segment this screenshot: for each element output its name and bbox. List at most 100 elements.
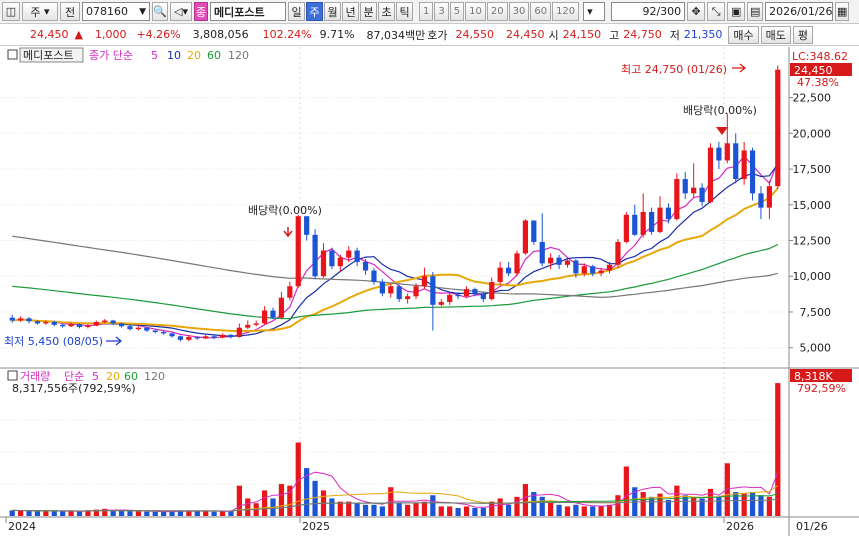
draw-line-icon[interactable]: ⤡ xyxy=(707,2,726,21)
interval-button-60[interactable]: 60 xyxy=(530,2,552,21)
volume-bar xyxy=(556,504,562,516)
lc-label: LC:348.62 xyxy=(792,50,848,63)
custom-interval-input[interactable]: ▾ xyxy=(583,2,606,21)
interval-button-1[interactable]: 1 xyxy=(419,2,434,21)
period-tab-0[interactable]: 일 xyxy=(288,2,305,21)
volume-bar xyxy=(606,504,613,516)
high-label: 고 xyxy=(609,28,620,42)
interval-button-3[interactable]: 3 xyxy=(434,2,449,21)
date-input[interactable]: 2026/01/26 xyxy=(765,2,834,21)
volume-bar xyxy=(590,506,596,516)
open-label: 시 xyxy=(548,28,559,42)
stock-code-value: 078160 xyxy=(86,5,128,18)
volume-bar xyxy=(615,495,621,516)
volume-bar xyxy=(118,510,125,516)
prev-button[interactable]: 전 xyxy=(60,2,80,21)
volume-bar xyxy=(758,495,764,516)
volume-bar xyxy=(152,511,158,516)
panel-title: 메디포스트 xyxy=(23,49,74,62)
volume-bar xyxy=(640,492,646,516)
volume-bar xyxy=(430,495,436,516)
period-tab-1[interactable]: 주 xyxy=(306,2,323,21)
settings-icon[interactable]: ▤ xyxy=(747,2,764,21)
stock-code-input[interactable]: 078160 ▼ xyxy=(82,2,150,21)
interval-button-10[interactable]: 10 xyxy=(465,2,486,21)
candle xyxy=(674,173,680,221)
volume-bar xyxy=(278,484,285,516)
volume-bar xyxy=(564,506,571,516)
volume-bar xyxy=(9,510,15,516)
volume-pct-label: 792,59% xyxy=(797,382,846,395)
volume-bar xyxy=(539,496,545,516)
volume-bar xyxy=(211,511,217,516)
volume-total: 8,317,556주(792,59%) xyxy=(12,382,136,395)
period-tab-2[interactable]: 월 xyxy=(324,2,341,21)
volume-bar xyxy=(312,480,318,516)
candle xyxy=(615,239,621,268)
volume-bar xyxy=(480,508,486,516)
window-menu-icon[interactable]: ◫ xyxy=(2,2,20,21)
volume-bar xyxy=(371,504,377,516)
x-label-2025: 2025 xyxy=(302,520,330,533)
volume-bar xyxy=(144,511,150,516)
candle xyxy=(522,219,529,255)
favorite-icon[interactable]: 종 xyxy=(194,2,208,21)
sell-button[interactable]: 매도 xyxy=(760,25,791,44)
interval-button-30[interactable]: 30 xyxy=(508,2,530,21)
volume-bar xyxy=(741,493,747,516)
bid-price: 24,450 xyxy=(506,28,545,41)
x-label-2026: 2026 xyxy=(726,520,754,533)
volume-bar xyxy=(396,503,402,516)
high-price: 24,750 xyxy=(623,28,662,41)
period-tab-4[interactable]: 분 xyxy=(360,2,377,21)
interval-button-120[interactable]: 120 xyxy=(552,2,580,21)
sound-icon[interactable]: ◁▾ xyxy=(170,2,192,21)
volume-bar xyxy=(775,383,781,516)
open-price: 24,150 xyxy=(562,28,602,41)
price-tick-label: 22,500 xyxy=(793,92,832,105)
price-pct-label: 47.38% xyxy=(797,76,839,89)
chart-tools-icon[interactable]: ✥ xyxy=(687,2,706,21)
volume-bar xyxy=(236,485,242,516)
period-tab-6[interactable]: 틱 xyxy=(396,2,413,21)
price-change: 1,000 xyxy=(94,28,127,41)
mode-select[interactable]: 주 ▾ xyxy=(22,2,58,21)
up-arrow-icon: ▲ xyxy=(74,28,83,41)
interval-button-20[interactable]: 20 xyxy=(486,2,508,21)
volume-bar xyxy=(581,506,587,516)
volume-bar xyxy=(489,501,495,516)
volume-bar xyxy=(379,506,385,516)
candle xyxy=(312,229,318,280)
volume-bar xyxy=(548,501,554,516)
chart-area[interactable]: 메디포스트 종가 단순 5 10 20 60 120 LC:348.62 24,… xyxy=(0,47,859,536)
price-tick-label: 12,500 xyxy=(793,235,832,248)
period-tab-3[interactable]: 년 xyxy=(342,2,359,21)
volume-bar xyxy=(463,506,470,516)
candle xyxy=(775,65,781,190)
save-icon[interactable]: ▣ xyxy=(727,2,746,21)
volume-bar xyxy=(447,506,453,516)
volume-bar xyxy=(405,504,411,516)
dividend-label-1: 배당락(0.00%) xyxy=(248,204,322,217)
low-label: 저 xyxy=(669,28,680,42)
high-annotation: 최고 24,750 (01/26) xyxy=(621,63,727,76)
search-icon[interactable]: 🔍 xyxy=(152,2,168,21)
count-input[interactable]: 92/300 xyxy=(611,2,686,21)
ma-20-label: 20 xyxy=(187,49,201,62)
buy-button[interactable]: 매수 xyxy=(728,25,759,44)
volume-bar xyxy=(18,510,24,516)
period-tabs: 일주월년분초틱 xyxy=(288,2,413,21)
low-price: 21,350 xyxy=(683,28,723,41)
calendar-icon[interactable]: ▦ xyxy=(835,2,850,21)
period-tab-5[interactable]: 초 xyxy=(378,2,395,21)
volume-bar xyxy=(203,511,209,516)
ask-label: 호가 xyxy=(427,28,448,42)
candle xyxy=(749,147,756,201)
eval-button[interactable]: 평 xyxy=(792,25,814,44)
quote-bar: 24,450 ▲ 1,000 +4.26% 3,808,056 102.24% … xyxy=(0,24,859,46)
ma-title: 종가 단순 xyxy=(89,49,133,62)
interval-button-5[interactable]: 5 xyxy=(449,2,465,21)
price-tick-label: 5,000 xyxy=(800,342,832,355)
volume-bar xyxy=(219,511,226,516)
price-tick-label: 15,000 xyxy=(793,199,832,212)
